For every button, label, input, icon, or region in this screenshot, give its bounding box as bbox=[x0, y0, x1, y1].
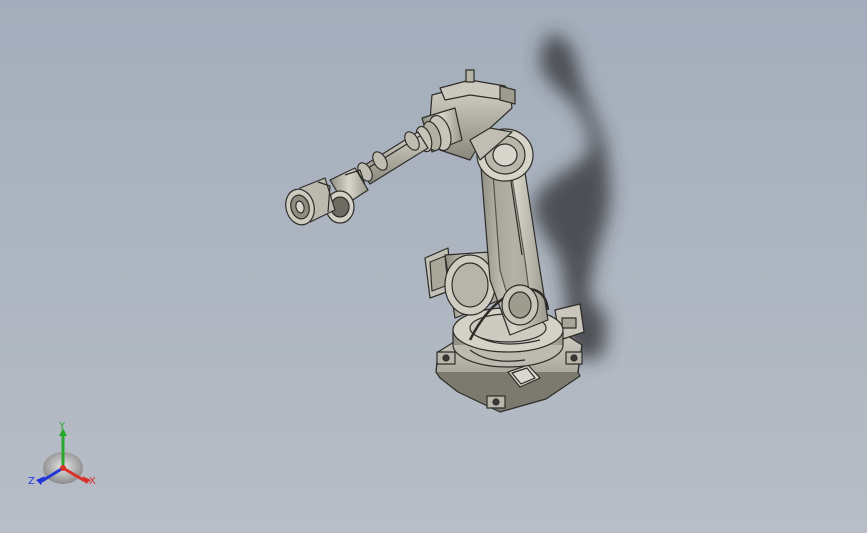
robot-wrist[interactable] bbox=[325, 167, 369, 224]
triad-label-x: X bbox=[89, 476, 96, 487]
robot-flange[interactable] bbox=[282, 177, 336, 228]
robot-model[interactable] bbox=[282, 69, 585, 413]
cad-viewport[interactable]: Y X Z bbox=[0, 0, 867, 533]
triad-label-z: Z bbox=[28, 476, 35, 487]
view-triad[interactable] bbox=[36, 428, 91, 485]
triad-origin bbox=[60, 465, 66, 471]
robot-forearm[interactable] bbox=[355, 107, 463, 185]
model-canvas[interactable] bbox=[0, 0, 867, 533]
triad-label-y: Y bbox=[59, 421, 66, 432]
